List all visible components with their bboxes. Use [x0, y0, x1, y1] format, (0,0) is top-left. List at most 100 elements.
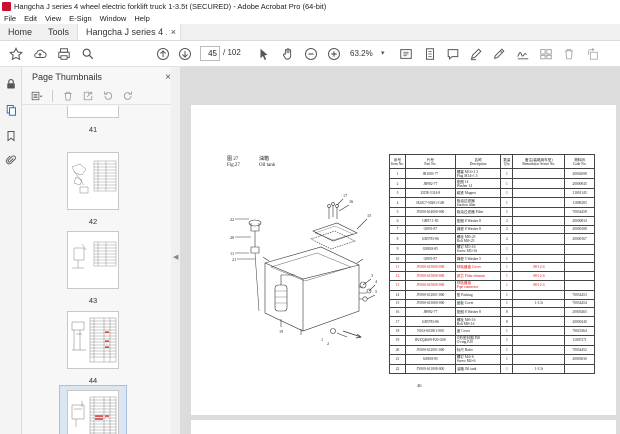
menu-view[interactable]: View	[41, 14, 65, 23]
page-number: 46	[417, 383, 422, 388]
draw-pencil-icon[interactable]	[491, 46, 507, 62]
cell-description: 吸油过滤器 Filter	[454, 207, 502, 217]
cell-description: 盖板 Cover	[454, 298, 502, 309]
cell-description: 垫圈 14 Washer 14	[454, 178, 502, 190]
panel-toolbar	[22, 87, 179, 105]
menu-help[interactable]: Help	[130, 14, 153, 23]
table-row: 19 JB/ZQ4609-P20-G00 O形密封圈 P20 O-ring P20 1 1…	[389, 334, 595, 347]
attachment-icon[interactable]	[4, 153, 18, 167]
cell-item-no: 17	[389, 315, 406, 328]
cell-item-no: 9	[389, 243, 406, 255]
cell-item-no: 6	[389, 215, 406, 226]
document-viewport[interactable]: 图 27 油箱 Fig.27 Oil tank 22 20 11 21 17 1…	[180, 67, 620, 434]
collapse-panel-arrow-icon[interactable]: ◀	[173, 253, 178, 265]
table-row: 16 JB982-77 垫圈 8 Washer 8 8 20003465	[389, 307, 595, 317]
cell-code-no: 20003030	[564, 353, 595, 365]
svg-text:1: 1	[321, 337, 323, 342]
cell-part-no: H24C7-50201-G00	[404, 197, 456, 209]
menu-window[interactable]: Window	[96, 14, 131, 23]
cell-part-no: GB93-87	[404, 224, 456, 235]
highlight-pen-icon[interactable]	[468, 46, 484, 62]
scroll-mode-icon[interactable]	[422, 46, 438, 62]
comment-icon[interactable]	[445, 46, 461, 62]
pdf-page: 图 27 油箱 Fig.27 Oil tank 22 20 11 21 17 1…	[191, 105, 616, 415]
lock-icon[interactable]	[4, 77, 18, 91]
cell-item-no: 22	[389, 363, 406, 374]
svg-text:15: 15	[367, 213, 371, 218]
tab-document[interactable]: Hangcha J series 4 ... ×	[77, 24, 182, 40]
cell-code-no: 20000188	[564, 224, 595, 235]
zoom-out-icon[interactable]	[303, 46, 319, 62]
tab-close-icon[interactable]: ×	[171, 27, 176, 37]
cell-code-no: 70034454	[564, 298, 595, 309]
hand-tool-icon[interactable]	[280, 46, 296, 62]
page-thumbnail[interactable]: 43	[59, 227, 127, 305]
page-thumbnail[interactable]: 41	[59, 106, 127, 134]
cell-qty: 1	[500, 271, 514, 281]
tab-tools[interactable]: Tools	[40, 24, 77, 40]
cell-code-no: 70034452	[564, 345, 595, 355]
thumbnail-page-label: 41	[88, 125, 98, 134]
cell-code-no	[564, 243, 595, 255]
cell-part-no: JY000-614000-000	[404, 207, 456, 217]
svg-text:19: 19	[279, 329, 283, 334]
cell-code-no: 70034458	[564, 207, 595, 217]
thumbnail-scrollbar[interactable]: ◀	[171, 67, 180, 434]
page-thumbnail-selected[interactable]	[59, 385, 127, 434]
redo-rotate-icon[interactable]	[121, 89, 135, 103]
zoom-level-select[interactable]: 63.2%	[350, 46, 380, 61]
cell-description: 盖 Cover	[454, 326, 502, 336]
print-icon[interactable]	[56, 46, 72, 62]
cell-remarks	[512, 215, 566, 226]
sign-icon[interactable]	[515, 46, 531, 62]
svg-text:5: 5	[375, 289, 377, 294]
page-thumbnails-icon[interactable]	[4, 103, 18, 117]
bookmark-icon[interactable]	[4, 129, 18, 143]
page-thumbnail[interactable]: 44	[59, 307, 127, 385]
next-page-icon[interactable]	[177, 46, 193, 62]
thumbnail-options-menu-icon[interactable]	[30, 89, 44, 103]
table-row: 7 GB93-87 弹垫 8 Washer 8 2 20000188	[389, 224, 595, 235]
organize-pages-icon[interactable]	[538, 46, 554, 62]
menu-file[interactable]: File	[0, 14, 20, 23]
delete-icon[interactable]	[561, 46, 577, 62]
cell-part-no: JB/ZQ4609-P20-G00	[404, 334, 456, 347]
cell-remarks	[512, 307, 566, 317]
extract-pages-icon[interactable]	[81, 89, 95, 103]
cell-item-no: 18	[389, 326, 406, 336]
cell-part-no: GB818-85	[404, 353, 456, 365]
rotate-icon[interactable]	[585, 46, 601, 62]
search-icon[interactable]	[80, 46, 96, 62]
upload-cloud-icon[interactable]	[32, 46, 48, 62]
page-number-input[interactable]: 45	[200, 46, 220, 61]
zoom-in-icon[interactable]	[326, 46, 342, 62]
tab-home[interactable]: Home	[0, 24, 40, 40]
cell-description: 垫圈 8 Washer 8	[454, 215, 502, 226]
select-pointer-icon[interactable]	[256, 46, 272, 62]
cell-part-no: JB1003-77	[404, 167, 456, 180]
previous-page-icon[interactable]	[155, 46, 171, 62]
cell-item-no: 13	[389, 279, 406, 291]
cell-qty: 1	[500, 279, 514, 291]
thumbnail-image	[67, 390, 119, 434]
undo-rotate-icon[interactable]	[101, 89, 115, 103]
cell-part-no: JB982-77	[404, 307, 456, 317]
cell-item-no: 8	[389, 233, 406, 245]
cell-description: 螺钉 M4×6 Screw M4×6	[454, 353, 502, 365]
table-row: 17 GB5783-86 螺栓 M8×16 Bolt M8×16 8 20000240	[389, 315, 595, 328]
cell-part-no: GB5783-86	[404, 233, 456, 245]
fit-page-icon[interactable]	[398, 46, 414, 62]
cell-qty: 1	[500, 353, 514, 365]
svg-text:21: 21	[232, 257, 236, 262]
header-part-no: 代号 Part No.	[404, 154, 456, 169]
menu-edit[interactable]: Edit	[20, 14, 41, 23]
delete-pages-icon[interactable]	[61, 89, 75, 103]
zoom-dropdown-chevron-icon[interactable]: ▾	[381, 49, 385, 57]
page-thumbnail[interactable]: 42	[59, 148, 127, 226]
menu-esign[interactable]: E-Sign	[65, 14, 96, 23]
star-icon[interactable]	[8, 46, 24, 62]
figure-number-cn: 图 27	[227, 157, 239, 162]
cell-code-no	[564, 279, 595, 291]
cell-code-no: 20002698	[564, 167, 595, 180]
cell-qty: 1	[500, 253, 514, 264]
